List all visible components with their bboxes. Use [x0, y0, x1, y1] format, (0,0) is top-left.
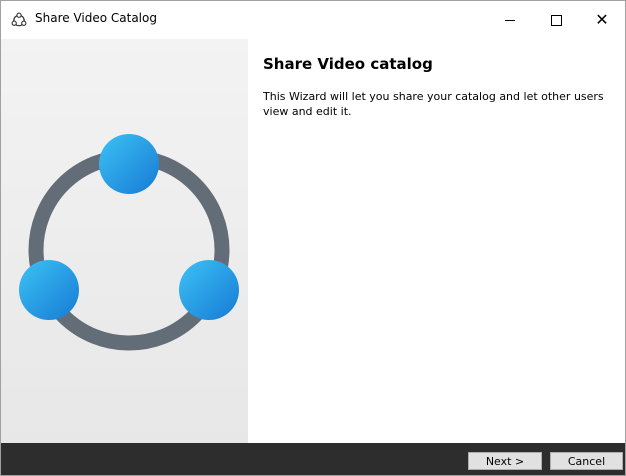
wizard-side-graphic [1, 39, 248, 443]
close-button[interactable]: ✕ [579, 1, 625, 39]
share-network-illustration [19, 134, 239, 351]
minimize-icon [505, 19, 515, 21]
share-node-top [99, 134, 159, 194]
share-node-left [19, 260, 79, 320]
close-icon: ✕ [595, 10, 609, 29]
cancel-button[interactable]: Cancel [550, 452, 623, 470]
wizard-footer: Next > Cancel [1, 443, 625, 475]
wizard-content: Share Video catalog This Wizard will let… [248, 39, 625, 443]
share-icon [11, 12, 27, 28]
minimize-button[interactable] [487, 1, 533, 39]
title-bar[interactable]: Share Video Catalog ✕ [1, 1, 625, 39]
maximize-icon [550, 14, 562, 26]
wizard-window: Share Video Catalog ✕ Share Video catalo… [0, 0, 626, 476]
next-button[interactable]: Next > [468, 452, 542, 470]
wizard-description: This Wizard will let you share your cata… [263, 90, 604, 118]
page-title: Share Video catalog [263, 55, 433, 73]
maximize-button[interactable] [533, 1, 579, 39]
window-title: Share Video Catalog [35, 11, 157, 25]
share-node-right [179, 260, 239, 320]
